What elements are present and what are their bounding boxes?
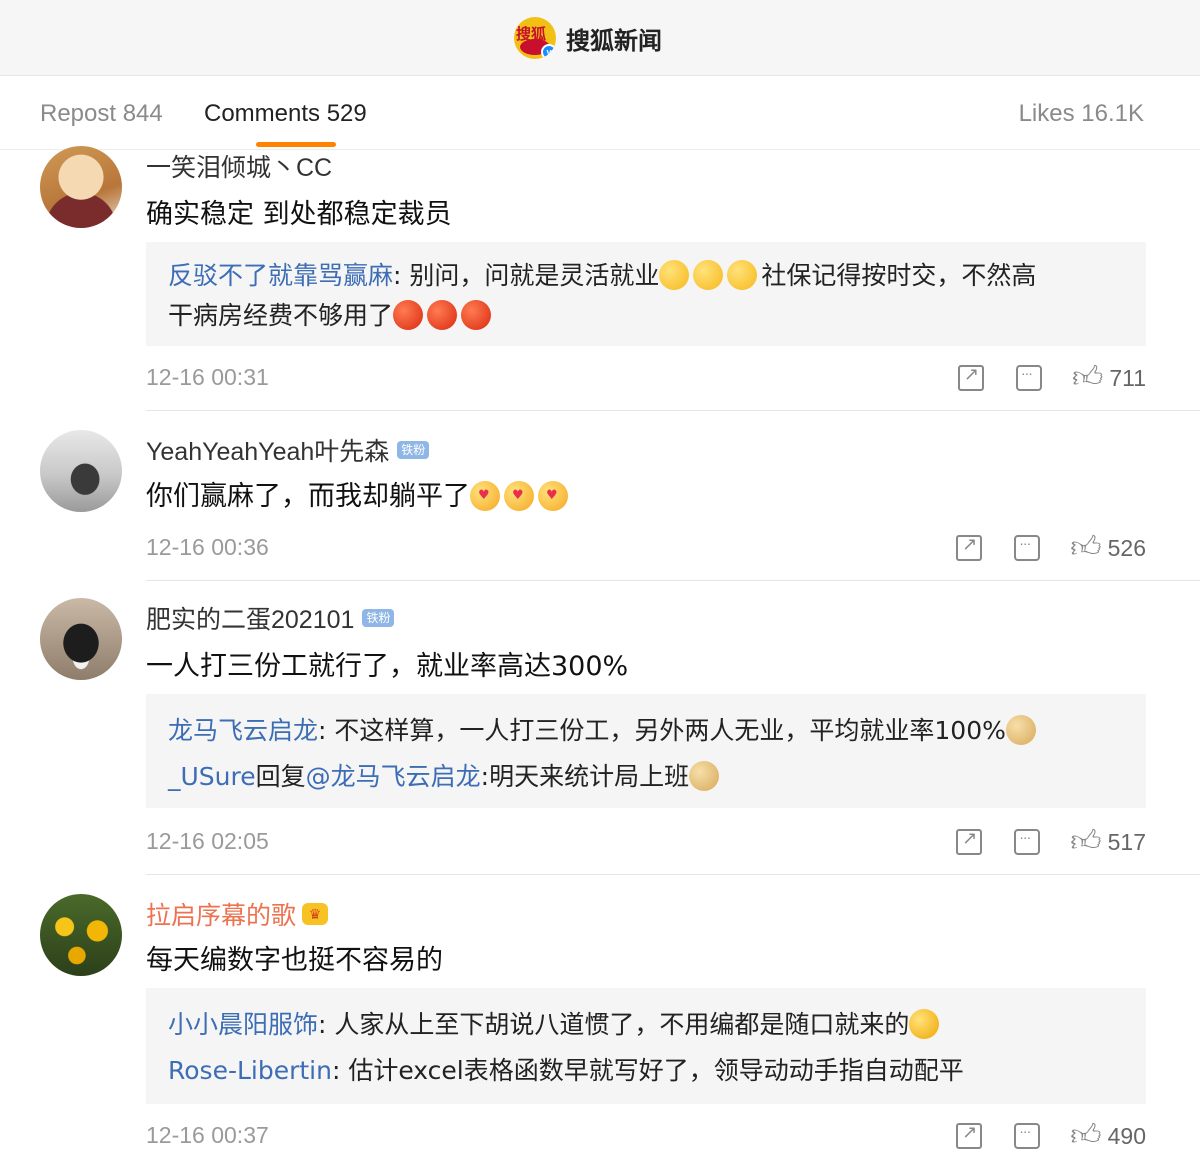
like-button[interactable]: 👍︎ 517 bbox=[1070, 824, 1146, 860]
comment-actions: 👍︎ 490 bbox=[924, 1118, 1146, 1154]
comment-text-content: 你们赢麻了，而我却躺平了 bbox=[146, 481, 470, 512]
reply-username[interactable]: _USure bbox=[168, 762, 256, 791]
reply-label: 回复 bbox=[255, 762, 306, 791]
comment-meta: 12-16 00:36 👍︎ 526 bbox=[146, 530, 1146, 570]
tab-comments[interactable]: Comments 529 bbox=[204, 100, 367, 128]
avatar[interactable] bbox=[40, 430, 122, 512]
comment-icon[interactable] bbox=[1014, 829, 1041, 855]
divider bbox=[146, 410, 1200, 411]
heart-emoji-icon bbox=[470, 481, 500, 511]
comment-meta: 12-16 02:05 👍︎ 517 bbox=[146, 824, 1146, 864]
comment-text: 一人打三份工就行了，就业率高达300% bbox=[146, 651, 629, 682]
share-icon[interactable] bbox=[956, 534, 983, 561]
fan-badge: 铁粉 bbox=[397, 441, 430, 459]
comment-text: 确实稳定 到处都稳定裁员 bbox=[146, 199, 452, 230]
like-count: 490 bbox=[1107, 1122, 1146, 1149]
app-header: 搜狐 v 搜狐新闻 bbox=[0, 0, 1200, 76]
reply-text: :明天来统计局上班 bbox=[480, 762, 690, 791]
reply-text: 社保记得按时交，不然高 bbox=[761, 261, 1037, 290]
active-tab-indicator bbox=[256, 142, 336, 147]
heart-emoji-icon bbox=[538, 481, 568, 511]
reply-username[interactable]: Rose-Libertin bbox=[168, 1056, 332, 1085]
angry-emoji-icon bbox=[393, 300, 424, 330]
like-count: 526 bbox=[1107, 534, 1146, 561]
divider bbox=[146, 874, 1200, 875]
reply-line: 干病房经费不够用了 bbox=[168, 296, 1124, 336]
reply-box[interactable]: 龙马飞云启龙: 不这样算，一人打三份工，另外两人无业，平均就业率100% _US… bbox=[146, 694, 1146, 808]
comment-username[interactable]: YeahYeahYeah叶先森 铁粉 bbox=[146, 432, 430, 468]
comment-username-text: 肥实的二蛋202101 bbox=[146, 606, 355, 634]
comment-username[interactable]: 肥实的二蛋202101 铁粉 bbox=[146, 600, 395, 636]
thumbs-up-icon: 👍︎ bbox=[1070, 825, 1102, 858]
reply-line: 小小晨阳服饰: 人家从上至下胡说八道惯了，不用编都是随口就来的 bbox=[168, 1002, 1124, 1048]
like-button[interactable]: 👍︎ 490 bbox=[1070, 1118, 1146, 1154]
reply-text: : 不这样算，一人打三份工，另外两人无业，平均就业率100% bbox=[318, 716, 1006, 745]
reply-text: : 估计excel表格函数早就写好了，领导动动手指自动配平 bbox=[331, 1056, 964, 1085]
app-name: 搜狐新闻 bbox=[566, 26, 662, 55]
angry-emoji-icon bbox=[427, 300, 458, 330]
comment-username[interactable]: 拉启序幕的歌 ♛ bbox=[146, 896, 329, 932]
thinking-emoji-icon bbox=[659, 260, 690, 290]
comment-icon[interactable] bbox=[1014, 1123, 1041, 1149]
heart-emoji-icon bbox=[504, 481, 534, 511]
verified-icon: v bbox=[541, 44, 556, 59]
brand[interactable]: 搜狐 v 搜狐新闻 bbox=[514, 14, 662, 62]
doge-emoji-icon bbox=[1005, 715, 1036, 745]
comment-text: 你们赢麻了，而我却躺平了 bbox=[146, 474, 572, 513]
comment-time: 12-16 02:05 bbox=[146, 828, 269, 854]
thumbs-up-icon: 👍︎ bbox=[1071, 361, 1104, 394]
tab-bar: Repost 844 Comments 529 Likes 16.1K bbox=[0, 76, 1200, 150]
like-button[interactable]: 👍︎ 526 bbox=[1070, 530, 1146, 566]
reply-text: : 人家从上至下胡说八道惯了，不用编都是随口就来的 bbox=[318, 1010, 910, 1039]
doge-emoji-icon bbox=[689, 761, 720, 791]
reply-username[interactable]: 小小晨阳服饰 bbox=[168, 1010, 318, 1039]
reply-username[interactable]: 龙马飞云启龙 bbox=[168, 716, 318, 745]
reply-text: : 别问，问就是灵活就业 bbox=[393, 261, 660, 290]
reply-line: 龙马飞云启龙: 不这样算，一人打三份工，另外两人无业，平均就业率100% bbox=[168, 708, 1124, 754]
reply-line: _USure回复@龙马飞云启龙:明天来统计局上班 bbox=[168, 754, 1124, 800]
comment-actions: 👍︎ 711 bbox=[926, 360, 1146, 396]
comment-time: 12-16 00:36 bbox=[146, 534, 269, 560]
comment-text: 每天编数字也挺不容易的 bbox=[146, 945, 443, 976]
share-icon[interactable] bbox=[956, 828, 983, 855]
reply-box[interactable]: 反驳不了就靠骂赢麻: 别问，问就是灵活就业 社保记得按时交，不然高 干病房经费不够… bbox=[146, 242, 1146, 346]
comment-actions: 👍︎ 517 bbox=[924, 824, 1146, 860]
comment-time: 12-16 00:37 bbox=[146, 1122, 269, 1148]
comment-username[interactable]: 一笑泪倾城丶CC bbox=[146, 148, 332, 184]
comment-username-text: YeahYeahYeah叶先森 bbox=[146, 438, 390, 466]
comment-actions: 👍︎ 526 bbox=[924, 530, 1146, 566]
thinking-emoji-icon bbox=[727, 260, 758, 290]
tab-repost[interactable]: Repost 844 bbox=[40, 100, 163, 128]
reply-text: 干病房经费不够用了 bbox=[168, 301, 394, 330]
angry-emoji-icon bbox=[461, 300, 492, 330]
avatar[interactable] bbox=[40, 894, 122, 976]
share-icon[interactable] bbox=[956, 1122, 983, 1149]
thumbs-up-icon: 👍︎ bbox=[1070, 531, 1102, 564]
sohu-logo-icon: 搜狐 v bbox=[514, 17, 556, 59]
comment-username-text: 拉启序幕的歌 bbox=[146, 902, 297, 930]
comment-time: 12-16 00:31 bbox=[146, 364, 269, 390]
comment-icon[interactable] bbox=[1015, 365, 1042, 391]
reply-line: Rose-Libertin: 估计excel表格函数早就写好了，领导动动手指自动… bbox=[168, 1048, 1124, 1094]
comment-meta: 12-16 00:37 👍︎ 490 bbox=[146, 1118, 1146, 1158]
laughing-emoji-icon bbox=[909, 1009, 940, 1039]
like-button[interactable]: 👍︎ 711 bbox=[1072, 360, 1146, 396]
share-icon[interactable] bbox=[957, 364, 984, 391]
tab-likes[interactable]: Likes 16.1K bbox=[1019, 100, 1144, 128]
avatar[interactable] bbox=[40, 146, 122, 228]
reply-username[interactable]: 反驳不了就靠骂赢麻 bbox=[168, 261, 393, 290]
divider bbox=[146, 580, 1200, 581]
reply-box[interactable]: 小小晨阳服饰: 人家从上至下胡说八道惯了，不用编都是随口就来的 Rose-Lib… bbox=[146, 988, 1146, 1104]
vip-crown-icon: ♛ bbox=[302, 903, 329, 925]
comment-icon[interactable] bbox=[1014, 535, 1041, 561]
like-count: 517 bbox=[1107, 828, 1146, 855]
avatar[interactable] bbox=[40, 598, 122, 680]
thumbs-up-icon: 👍︎ bbox=[1070, 1119, 1102, 1152]
like-count: 711 bbox=[1109, 364, 1146, 391]
thinking-emoji-icon bbox=[693, 260, 724, 290]
fan-badge: 铁粉 bbox=[362, 609, 395, 627]
comment-meta: 12-16 00:31 👍︎ 711 bbox=[146, 360, 1146, 400]
mention-link[interactable]: @龙马飞云启龙 bbox=[306, 762, 481, 791]
reply-line: 反驳不了就靠骂赢麻: 别问，问就是灵活就业 社保记得按时交，不然高 bbox=[168, 256, 1124, 296]
